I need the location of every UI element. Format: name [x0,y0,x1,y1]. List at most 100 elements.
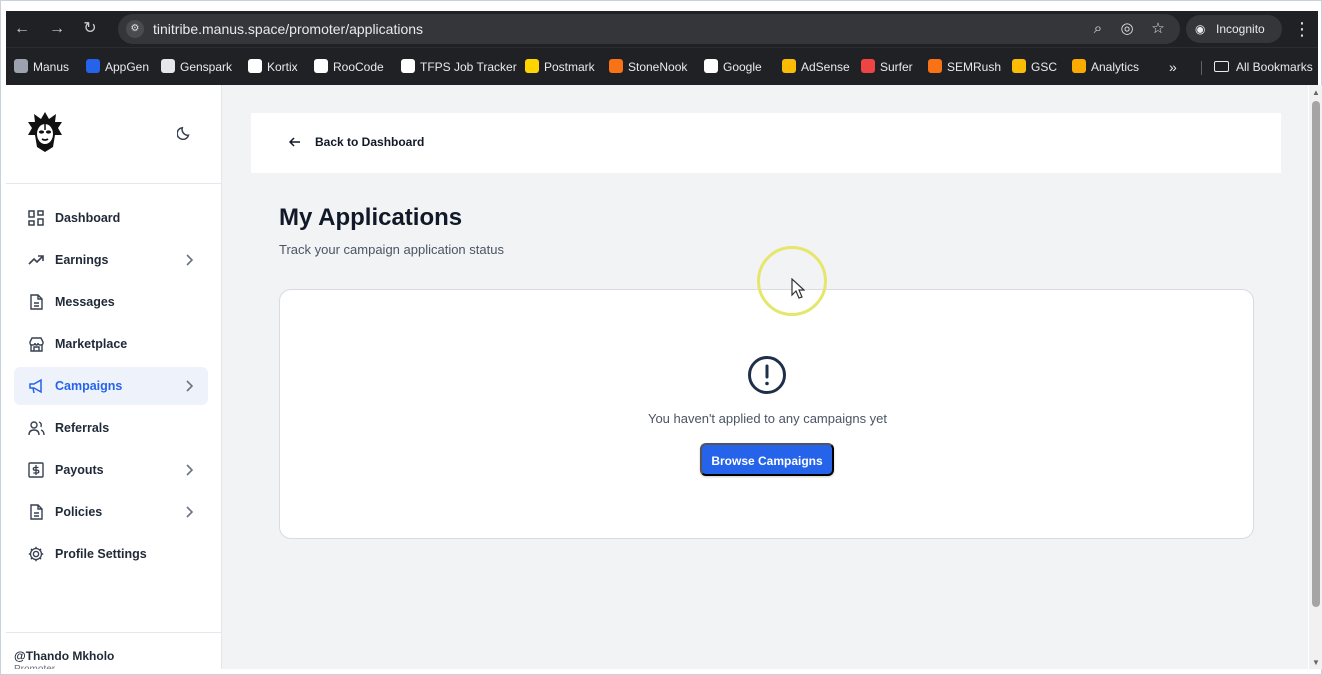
incognito-indicator[interactable]: ◉ Incognito [1186,15,1282,43]
more-bookmarks-button[interactable]: » [1169,57,1177,77]
sidebar: Dashboard Earnings Messages Marketplace Camp… [6,85,222,669]
mouse-pointer-icon [791,278,805,299]
arrow-left-icon [289,137,300,147]
chevron-right-icon[interactable] [180,503,198,521]
back-to-dashboard-link[interactable]: Back to Dashboard [289,132,424,152]
bookmark-stonenook[interactable]: StoneNook [609,57,687,77]
bookmark-label: TFPS Job Tracker [420,60,517,74]
bookmark-adsense[interactable]: AdSense [782,57,850,77]
site-info-icon[interactable]: ⚙ [126,20,144,38]
policy-icon [30,504,43,520]
browse-campaigns-button[interactable]: Browse Campaigns [700,443,834,476]
bookmark-label: Analytics [1091,60,1140,74]
sidebar-item-label: Messages [55,295,115,309]
bookmark-roocode[interactable]: RooCode [314,57,384,77]
chevron-right-icon[interactable] [180,251,198,269]
chevron-right-icon[interactable] [180,461,198,479]
sidebar-divider [6,183,222,184]
bookmark-google[interactable]: Google [704,57,762,77]
sidebar-item-messages[interactable]: Messages [14,283,208,321]
sidebar-item-label: Policies [55,505,103,519]
page-header: Back to Dashboard [251,113,1281,173]
megaphone-icon [29,378,42,394]
sidebar-item-label: Campaigns [55,379,123,393]
postmark-icon [525,59,539,73]
bookmark-label: GSC [1031,60,1058,74]
empty-message: You haven't applied to any campaigns yet [647,411,888,426]
sidebar-item-dashboard[interactable]: Dashboard [14,199,208,237]
bookmark-label: RooCode [333,60,384,74]
bookmark-surfer[interactable]: Surfer [861,57,913,77]
bookmark-label: Postmark [544,60,595,74]
bookmark-tfps-job-tracker[interactable]: TFPS Job Tracker [401,57,517,77]
appgen-icon [86,59,100,73]
forward-arrow-icon[interactable]: → [45,17,69,41]
bookmark-label: Google [723,60,762,74]
all-bookmarks-label: All Bookmarks [1236,60,1313,74]
bookmarks-bar: Manus AppGen Genspark Kortix RooCode TFPS Job… [6,47,1318,85]
sidebar-item-label: Marketplace [55,337,128,351]
sidebar-item-label: Profile Settings [55,547,147,561]
sidebar-item-payouts[interactable]: Payouts [14,451,208,489]
sidebar-item-campaigns[interactable]: Campaigns [14,367,208,405]
reload-icon[interactable]: ↻ [78,17,102,41]
bookmark-analytics[interactable]: Analytics [1072,57,1139,77]
zoom-icon[interactable]: ⌕ [1087,19,1109,39]
bookmark-label: StoneNook [628,60,688,74]
bookmark-manus[interactable]: Manus [14,57,69,77]
scroll-up-icon[interactable]: ▲ [1312,89,1320,97]
bookmark-label: AdSense [801,60,850,74]
url-text[interactable]: tinitribe.manus.space/promoter/applicati… [153,21,423,37]
bookmark-gsc[interactable]: GSC [1012,57,1057,77]
sidebar-item-referrals[interactable]: Referrals [14,409,208,447]
folder-icon [1214,61,1229,72]
semrush-icon [928,59,942,73]
genspark-icon [161,59,175,73]
dollar-icon [28,462,44,478]
bookmark-label: Genspark [180,60,233,74]
adsense-icon [782,59,796,73]
incognito-label: Incognito [1216,22,1265,36]
browser-top-bar: ← → ↻ ⚙ tinitribe.manus.space/promoter/a… [6,11,1318,47]
sidebar-item-label: Referrals [55,421,110,435]
address-bar[interactable]: ⚙ tinitribe.manus.space/promoter/applica… [118,14,1180,44]
page-subtitle: Track your campaign application status [279,242,504,257]
browser-menu-icon[interactable]: ⋮ [1293,17,1311,41]
vertical-scrollbar[interactable]: ▲ ▼ [1309,85,1322,669]
page-title: My Applications [279,204,463,231]
bookmark-divider [1201,61,1202,75]
bookmark-label: SEMRush [947,60,1002,74]
bookmark-label: Kortix [267,60,298,74]
bookmark-appgen[interactable]: AppGen [86,57,149,77]
all-bookmarks-button[interactable]: All Bookmarks [1214,57,1313,77]
sidebar-item-policies[interactable]: Policies [14,493,208,531]
tracking-protection-icon[interactable]: ◎ [1116,19,1138,39]
gsc-icon [1012,59,1026,73]
user-profile[interactable]: @Thando Mkholo Promoter [6,632,222,669]
document-icon [30,294,43,310]
moon-icon[interactable] [177,124,193,140]
bookmark-semrush[interactable]: SEMRush [928,57,1001,77]
gear-icon [28,546,44,562]
stonenook-icon [609,59,623,73]
sidebar-item-label: Earnings [55,253,109,267]
tribe-logo-icon [28,112,62,152]
sidebar-item-profile-settings[interactable]: Profile Settings [14,535,208,573]
back-link-label: Back to Dashboard [315,135,425,149]
bookmark-genspark[interactable]: Genspark [161,57,232,77]
alert-circle-icon [748,356,786,394]
bookmark-kortix[interactable]: Kortix [248,57,298,77]
users-icon [28,421,45,436]
scroll-down-icon[interactable]: ▼ [1312,659,1320,667]
sidebar-item-label: Dashboard [55,211,121,225]
tfps-icon [401,59,415,73]
trending-up-icon [28,255,44,265]
sidebar-item-earnings[interactable]: Earnings [14,241,208,279]
back-arrow-icon[interactable]: ← [10,17,34,41]
bookmark-postmark[interactable]: Postmark [525,57,595,77]
sidebar-item-marketplace[interactable]: Marketplace [14,325,208,363]
scrollbar-thumb[interactable] [1312,101,1320,607]
chevron-right-icon[interactable] [180,377,198,395]
bookmark-star-icon[interactable]: ☆ [1147,19,1169,39]
bookmark-label: AppGen [105,60,150,74]
